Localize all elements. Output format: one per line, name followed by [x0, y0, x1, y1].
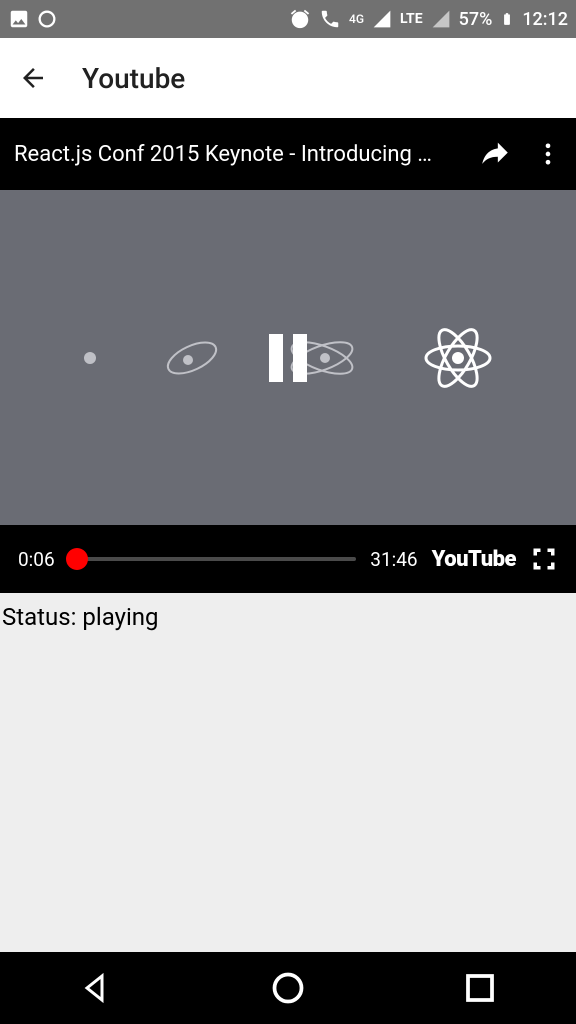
- nav-recent-icon[interactable]: [462, 970, 498, 1006]
- battery-icon: [500, 8, 514, 30]
- status-label: Status: playing: [0, 593, 576, 641]
- status-right-icons: 4G LTE 57% 12:12: [289, 8, 568, 30]
- share-icon[interactable]: [478, 137, 512, 171]
- react-logo-icon: [422, 322, 494, 394]
- duration-time: 31:46: [370, 548, 417, 571]
- clock-time: 12:12: [522, 9, 568, 30]
- youtube-logo: YouTube: [432, 547, 516, 572]
- android-status-bar: 4G LTE 57% 12:12: [0, 0, 576, 38]
- progress-bar[interactable]: [69, 557, 357, 561]
- youtube-player: React.js Conf 2015 Keynote - Introducing…: [0, 118, 576, 593]
- video-title: React.js Conf 2015 Keynote - Introducing…: [14, 142, 468, 167]
- player-header: React.js Conf 2015 Keynote - Introducing…: [0, 118, 576, 190]
- network-4g-label: 4G: [349, 12, 364, 26]
- current-time: 0:06: [18, 548, 55, 571]
- progress-thumb[interactable]: [66, 548, 88, 570]
- nav-home-icon[interactable]: [270, 970, 306, 1006]
- player-controls: 0:06 31:46 YouTube: [0, 525, 576, 593]
- image-icon: [8, 8, 30, 30]
- alarm-icon: [289, 8, 311, 30]
- status-left-icons: [8, 8, 58, 30]
- dot-graphic: [83, 351, 97, 365]
- orbit-graphic-1: [162, 333, 222, 383]
- nav-back-icon[interactable]: [78, 970, 114, 1006]
- signal-icon-1: [372, 9, 392, 29]
- phone-icon: [319, 8, 341, 30]
- video-frame[interactable]: [0, 190, 576, 525]
- circle-icon: [36, 8, 58, 30]
- signal-icon-2: [431, 9, 451, 29]
- battery-percent: 57%: [459, 9, 493, 30]
- pause-button[interactable]: [269, 334, 307, 382]
- network-lte-label: LTE: [400, 11, 423, 27]
- more-vert-icon[interactable]: [534, 140, 562, 168]
- back-arrow-icon[interactable]: [18, 63, 48, 93]
- app-bar: Youtube: [0, 38, 576, 118]
- fullscreen-icon[interactable]: [530, 545, 558, 573]
- app-bar-title: Youtube: [82, 62, 185, 95]
- android-nav-bar: [0, 952, 576, 1024]
